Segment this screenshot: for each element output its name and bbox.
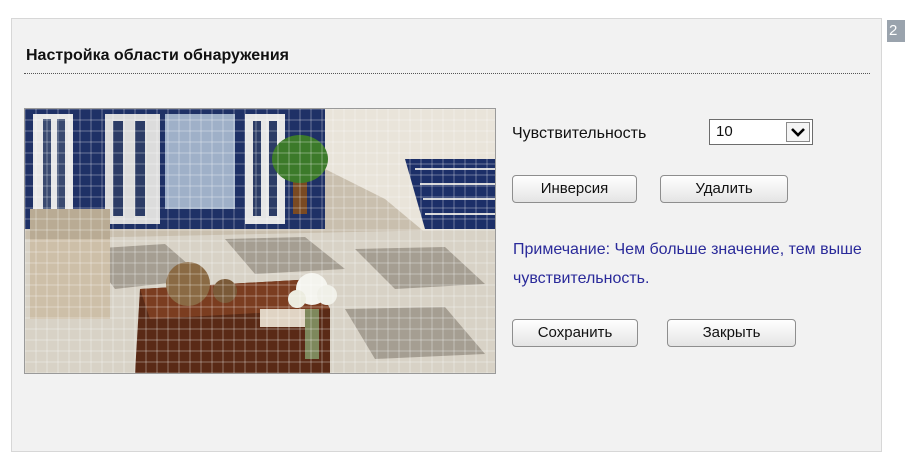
invert-button[interactable]: Инверсия xyxy=(512,175,637,203)
close-button[interactable]: Закрыть xyxy=(667,319,796,347)
note-text: Примечание: Чем больше значение, тем выш… xyxy=(513,241,862,287)
decor-ball-large xyxy=(166,262,210,306)
camera-preview[interactable] xyxy=(24,108,496,374)
top-strip xyxy=(0,0,880,18)
chevron-down-icon[interactable] xyxy=(786,122,810,142)
sensitivity-value: 10 xyxy=(716,123,733,140)
page-number-badge: 2 xyxy=(887,20,905,42)
door-pane xyxy=(135,121,145,216)
door-left xyxy=(33,114,73,219)
camera-preview-image[interactable] xyxy=(25,109,495,373)
sensitivity-label: Чувствительность xyxy=(512,125,647,142)
door-pane xyxy=(113,121,123,216)
chevron-down-icon-glyph xyxy=(791,128,805,137)
detection-area-dialog: Настройка области обнаружения Чувствител… xyxy=(11,18,882,452)
sensitivity-select[interactable]: 10 xyxy=(709,119,813,145)
dialog-title: Настройка области обнаружения xyxy=(26,47,289,64)
door-pane xyxy=(253,121,261,216)
white-flower xyxy=(288,290,306,308)
delete-button[interactable]: Удалить xyxy=(660,175,788,203)
doorway-view xyxy=(165,114,235,209)
save-button[interactable]: Сохранить xyxy=(512,319,638,347)
white-flower xyxy=(317,285,337,305)
decor-ball-small xyxy=(213,279,237,303)
armchair-back xyxy=(30,209,110,239)
title-divider xyxy=(24,73,870,74)
